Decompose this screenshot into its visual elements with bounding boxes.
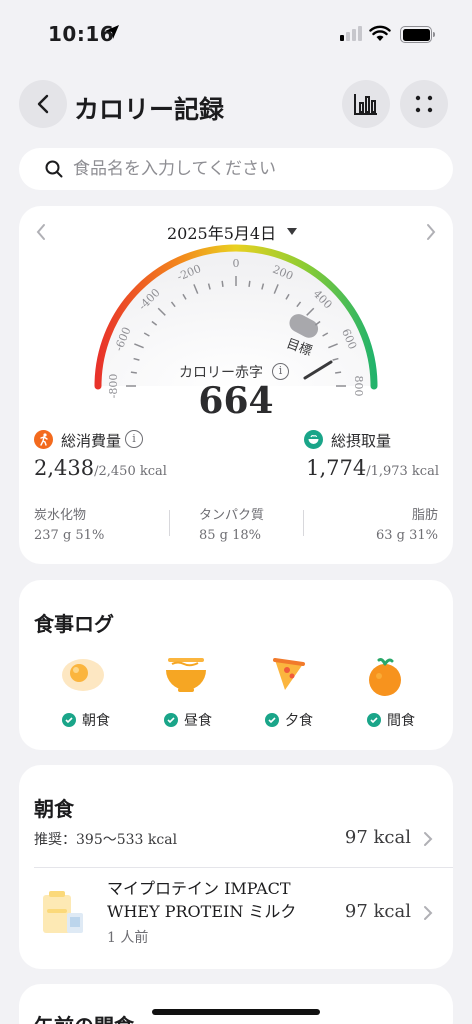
- back-button[interactable]: [19, 80, 67, 128]
- intake-total: /1,973 kcal: [366, 464, 439, 479]
- check-circle-icon: [367, 713, 381, 727]
- food-item-name: マイプロテイン IMPACT WHEY PROTEIN ミルク: [107, 877, 337, 923]
- home-indicator: [152, 1009, 320, 1015]
- morning-snack-title: 午前の間食: [34, 1010, 134, 1024]
- burn-label: 総消費量: [61, 432, 122, 450]
- food-bowl-icon: [304, 430, 323, 449]
- meal-dinner[interactable]: [249, 654, 329, 694]
- intake-label: 総摂取量: [331, 432, 392, 450]
- chevron-right-icon[interactable]: [423, 905, 433, 921]
- egg-icon: [62, 659, 104, 691]
- gauge-tick: [130, 371, 137, 374]
- macro-carbs-value: 237 g 51%: [34, 528, 105, 543]
- gauge-tick: [335, 371, 342, 374]
- meal-breakfast-label: 朝食: [82, 713, 110, 729]
- burn-value: 2,438/2,450 kcal: [34, 456, 167, 480]
- more-button[interactable]: [400, 80, 448, 128]
- gauge-tick-label: 0: [233, 257, 240, 270]
- macro-divider: [169, 510, 170, 536]
- search-input[interactable]: [73, 159, 433, 179]
- meal-breakfast[interactable]: [43, 654, 123, 694]
- deficit-value: 664: [198, 380, 274, 422]
- meal-dinner-caption: 夕食: [265, 710, 313, 730]
- meal-log-card: 食事ログ 朝食 昼食 夕食 間食: [19, 580, 453, 750]
- gauge-tick: [248, 280, 251, 287]
- check-circle-icon: [265, 713, 279, 727]
- macro-protein-name: タンパク質: [199, 508, 265, 523]
- burn-total: /2,450 kcal: [94, 464, 167, 479]
- orange-icon: [369, 658, 401, 696]
- macro-fat-name: 脂肪: [411, 508, 438, 523]
- meal-log-title: 食事ログ: [34, 612, 114, 636]
- battery-icon: [400, 26, 435, 43]
- search-icon: [45, 160, 63, 178]
- intake-amount: 1,774: [306, 456, 367, 480]
- macro-divider: [303, 510, 304, 536]
- ramen-bowl-icon: [166, 658, 206, 692]
- deficit-label: カロリー赤字: [179, 365, 263, 381]
- breakfast-card: 朝食 推奨：395〜533 kcal 97 kcal マイプロテイン IMPAC…: [19, 765, 453, 969]
- check-circle-icon: [164, 713, 178, 727]
- meal-lunch-caption: 昼食: [164, 710, 212, 730]
- food-item-serving: 1 人前: [107, 930, 149, 946]
- breakfast-recommendation: 推奨：395〜533 kcal: [34, 832, 178, 848]
- divider: [34, 867, 453, 868]
- chevron-left-icon: [37, 94, 49, 114]
- status-bar: 10:16: [0, 0, 472, 70]
- page-title: カロリー記録: [74, 95, 225, 124]
- deficit-info-icon[interactable]: i: [272, 363, 289, 380]
- food-item-name-line1: マイプロテイン IMPACT: [107, 879, 291, 898]
- macro-protein-value: 85 g 18%: [199, 528, 262, 543]
- breakfast-title: 朝食: [34, 797, 74, 821]
- morning-snack-card: 午前の間食: [19, 984, 453, 1024]
- meal-breakfast-caption: 朝食: [62, 710, 110, 730]
- food-item-kcal: 97 kcal: [344, 901, 411, 922]
- check-circle-icon: [62, 713, 76, 727]
- food-item-name-line2: WHEY PROTEIN ミルク: [107, 902, 297, 921]
- macro-carbs: 炭水化物 237 g 51%: [34, 504, 104, 543]
- breakfast-total-kcal: 97 kcal: [344, 827, 411, 848]
- dots-grid-icon: [415, 95, 433, 113]
- macro-protein: タンパク質 85 g 18%: [199, 504, 264, 543]
- intake-value: 1,774/1,973 kcal: [306, 456, 439, 480]
- wifi-icon: [369, 25, 391, 41]
- meal-snack-label: 間食: [387, 713, 415, 729]
- pizza-slice-icon: [273, 658, 305, 690]
- meal-snack-caption: 間食: [367, 710, 415, 730]
- bar-chart-icon: [354, 94, 377, 115]
- meal-snack[interactable]: [345, 654, 425, 698]
- calorie-summary-card: 2025年5月4日 -800 -600 -400 -200 0 200 400 600 800 …: [19, 206, 453, 564]
- location-arrow-icon: [105, 25, 119, 39]
- meal-lunch[interactable]: [146, 654, 226, 694]
- meal-dinner-label: 夕食: [285, 713, 313, 729]
- protein-bag-icon: [43, 891, 83, 933]
- nav-bar: カロリー記録: [0, 80, 472, 130]
- running-icon: [34, 430, 53, 449]
- search-bar[interactable]: [19, 148, 453, 190]
- macro-fat-value: 63 g 31%: [375, 528, 438, 543]
- gauge-tick: [221, 280, 224, 287]
- macro-fat: 脂肪 63 g 31%: [376, 504, 438, 543]
- meal-lunch-label: 昼食: [184, 713, 212, 729]
- chevron-right-icon[interactable]: [423, 831, 433, 847]
- burn-amount: 2,438: [34, 456, 95, 480]
- cellular-signal-icon: [340, 26, 362, 41]
- macro-carbs-name: 炭水化物: [34, 508, 87, 523]
- burn-info-icon[interactable]: i: [125, 430, 143, 448]
- stats-button[interactable]: [342, 80, 390, 128]
